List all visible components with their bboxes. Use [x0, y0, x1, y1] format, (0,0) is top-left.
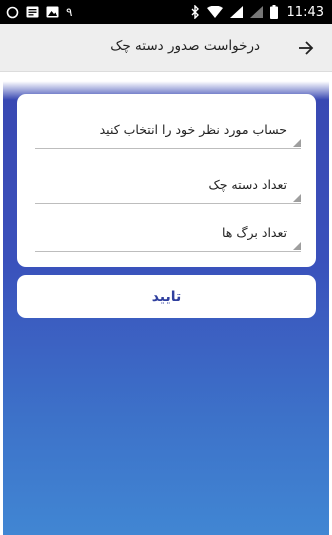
page-count-label: تعداد برگ ها — [221, 225, 287, 240]
notification-count: ۹ — [66, 5, 73, 19]
page-count-select[interactable]: تعداد برگ ها — [35, 222, 301, 252]
app-bar: درخواست صدور دسته چک — [0, 24, 332, 72]
form-card: حساب مورد نظر خود را انتخاب کنید تعداد د… — [17, 94, 316, 267]
back-button[interactable] — [292, 34, 320, 62]
status-bar: ۹ 11:43 — [0, 0, 332, 24]
status-bar-right: 11:43 — [191, 5, 324, 20]
dropdown-arrow-icon — [293, 242, 301, 250]
dropdown-arrow-icon — [293, 194, 301, 202]
dropdown-arrow-icon — [293, 139, 301, 147]
confirm-button-label: تایید — [151, 288, 182, 305]
wifi-icon — [206, 6, 223, 18]
field-underline — [35, 203, 301, 204]
page-title: درخواست صدور دسته چک — [110, 38, 260, 54]
status-bar-left: ۹ — [6, 5, 72, 19]
arrow-forward-icon — [299, 41, 314, 55]
clock: 11:43 — [286, 4, 324, 20]
content-area: حساب مورد نظر خود را انتخاب کنید تعداد د… — [3, 72, 329, 535]
signal-icon — [249, 6, 263, 18]
image-icon — [46, 6, 59, 18]
message-icon — [26, 6, 39, 18]
signal-icon — [229, 6, 243, 18]
field-underline — [35, 148, 301, 149]
account-select[interactable]: حساب مورد نظر خود را انتخاب کنید — [35, 119, 301, 149]
account-select-label: حساب مورد نظر خود را انتخاب کنید — [99, 122, 287, 137]
book-count-label: تعداد دسته چک — [208, 177, 288, 192]
confirm-button[interactable]: تایید — [17, 275, 316, 318]
book-count-select[interactable]: تعداد دسته چک — [35, 174, 301, 204]
bluetooth-icon — [191, 5, 200, 19]
sync-icon — [6, 6, 19, 19]
field-underline — [35, 251, 301, 252]
battery-icon — [269, 5, 278, 19]
